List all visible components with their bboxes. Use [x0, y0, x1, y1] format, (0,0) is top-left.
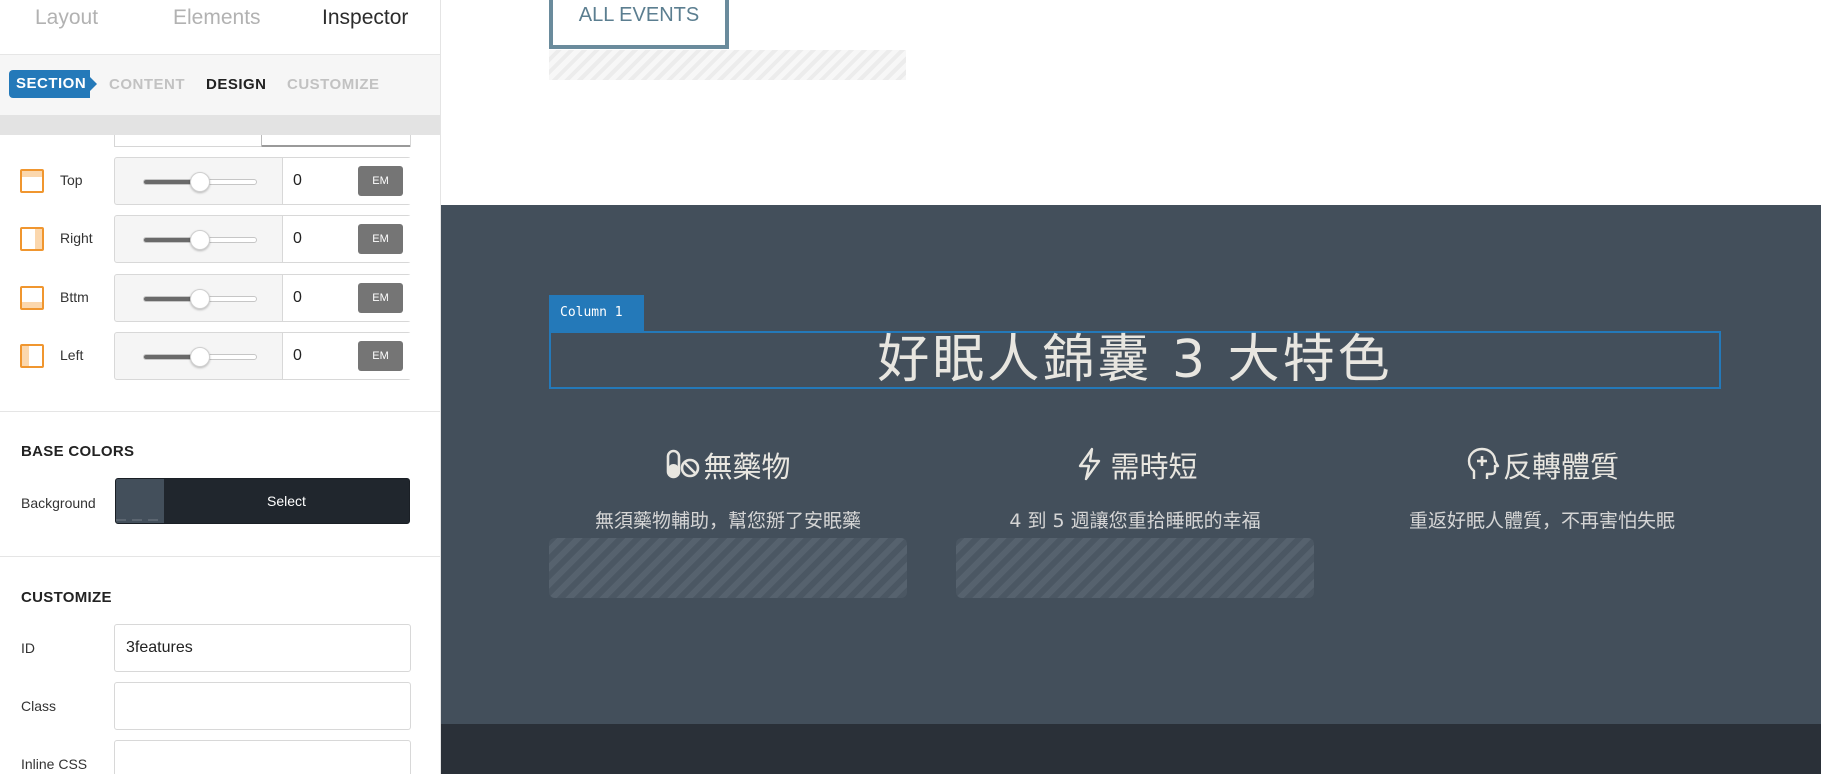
feature-item: 無藥物 無須藥物輔助，幫您掰了安眠藥 — [549, 444, 907, 598]
subtab-customize[interactable]: CUSTOMIZE — [287, 76, 380, 93]
heading-selection-box[interactable]: 好眠人錦囊 3 大特色 — [549, 331, 1721, 389]
feature-description: 4 到 5 週讓您重拾睡眠的幸福 — [1009, 510, 1261, 532]
page-canvas: ALL EVENTS Column 1 好眠人錦囊 3 大特色 無藥物 無須藥物… — [441, 0, 1821, 774]
spacing-control: EM — [114, 157, 411, 205]
subtab-design[interactable]: DESIGN — [206, 76, 267, 93]
tab-inspector[interactable]: Inspector — [322, 6, 408, 30]
feature-description: 重返好眠人體質，不再害怕失眠 — [1408, 510, 1675, 532]
unit-button[interactable]: EM — [358, 224, 403, 254]
background-label: Background — [21, 495, 96, 511]
spacing-label: Right — [60, 230, 93, 246]
empty-placeholder — [549, 50, 906, 80]
background-color-picker[interactable]: Select — [115, 478, 410, 524]
bolt-icon — [1079, 447, 1101, 481]
spacing-label: Top — [60, 172, 83, 188]
spacing-value-input[interactable] — [293, 170, 353, 192]
inline-css-input[interactable] — [114, 740, 411, 774]
padding-bottom-icon — [20, 286, 44, 310]
subtab-section[interactable]: SECTION — [9, 70, 97, 98]
spacing-slider[interactable] — [143, 289, 257, 309]
spacing-slider[interactable] — [143, 347, 257, 367]
subtab-content[interactable]: CONTENT — [109, 76, 185, 93]
panel-divider-band — [0, 115, 440, 135]
spacing-row-top: Top EM — [0, 157, 440, 205]
feature-title: 無藥物 — [703, 450, 791, 484]
id-label: ID — [21, 640, 35, 656]
partial-field-row — [114, 135, 411, 147]
inspector-sidebar: Layout Elements Inspector SECTION CONTEN… — [0, 0, 441, 774]
select-color-button[interactable]: Select — [164, 493, 409, 509]
spacing-control: EM — [114, 215, 411, 263]
padding-right-icon — [20, 227, 44, 251]
inline-css-label: Inline CSS — [21, 756, 88, 772]
footer-section — [441, 724, 1821, 774]
feature-item: 需時短 4 到 5 週讓您重拾睡眠的幸福 — [956, 444, 1314, 598]
empty-placeholder — [956, 538, 1314, 598]
slider-thumb[interactable] — [190, 347, 210, 367]
divider — [0, 411, 440, 412]
padding-top-icon — [20, 169, 44, 193]
unit-button[interactable]: EM — [358, 283, 403, 313]
feature-description: 無須藥物輔助，幫您掰了安眠藥 — [594, 510, 861, 532]
spacing-label: Bttm — [60, 289, 89, 305]
divider — [0, 556, 440, 557]
class-input[interactable] — [114, 682, 411, 730]
column-tag[interactable]: Column 1 — [549, 295, 644, 331]
spacing-slider[interactable] — [143, 172, 257, 192]
spacing-row-right: Right EM — [0, 215, 440, 263]
customize-heading: CUSTOMIZE — [21, 589, 112, 606]
feature-item: 反轉體質 重返好眠人體質，不再害怕失眠 — [1363, 444, 1721, 594]
unit-button[interactable]: EM — [358, 166, 403, 196]
all-events-button[interactable]: ALL EVENTS — [549, 0, 729, 49]
spacing-slider[interactable] — [143, 230, 257, 250]
feature-title: 需時短 — [1110, 450, 1198, 484]
padding-left-icon — [20, 344, 44, 368]
base-colors-heading: BASE COLORS — [21, 443, 135, 460]
empty-placeholder — [549, 538, 907, 598]
spacing-control: EM — [114, 332, 411, 380]
feature-title: 反轉體質 — [1502, 450, 1619, 484]
class-label: Class — [21, 698, 57, 714]
unit-button[interactable]: EM — [358, 341, 403, 371]
id-input[interactable] — [114, 624, 411, 672]
main-tabs: Layout Elements Inspector — [0, 0, 440, 55]
slider-thumb[interactable] — [190, 230, 210, 250]
tab-layout[interactable]: Layout — [35, 6, 98, 30]
slider-thumb[interactable] — [190, 172, 210, 192]
section-heading: 好眠人錦囊 3 大特色 — [877, 330, 1393, 390]
sub-tabs: SECTION CONTENT DESIGN CUSTOMIZE — [0, 55, 440, 115]
slider-thumb[interactable] — [190, 289, 210, 309]
spacing-value-input[interactable] — [293, 345, 353, 367]
spacing-control: EM — [114, 274, 411, 322]
head-plus-icon — [1467, 447, 1500, 479]
spacing-value-input[interactable] — [293, 228, 353, 250]
spacing-row-left: Left EM — [0, 332, 440, 380]
spacing-label: Left — [60, 347, 84, 363]
pills-slash-icon — [667, 449, 700, 479]
spacing-row-bottom: Bttm EM — [0, 274, 440, 322]
tab-elements[interactable]: Elements — [173, 6, 261, 30]
color-swatch — [116, 479, 164, 523]
spacing-value-input[interactable] — [293, 287, 353, 309]
